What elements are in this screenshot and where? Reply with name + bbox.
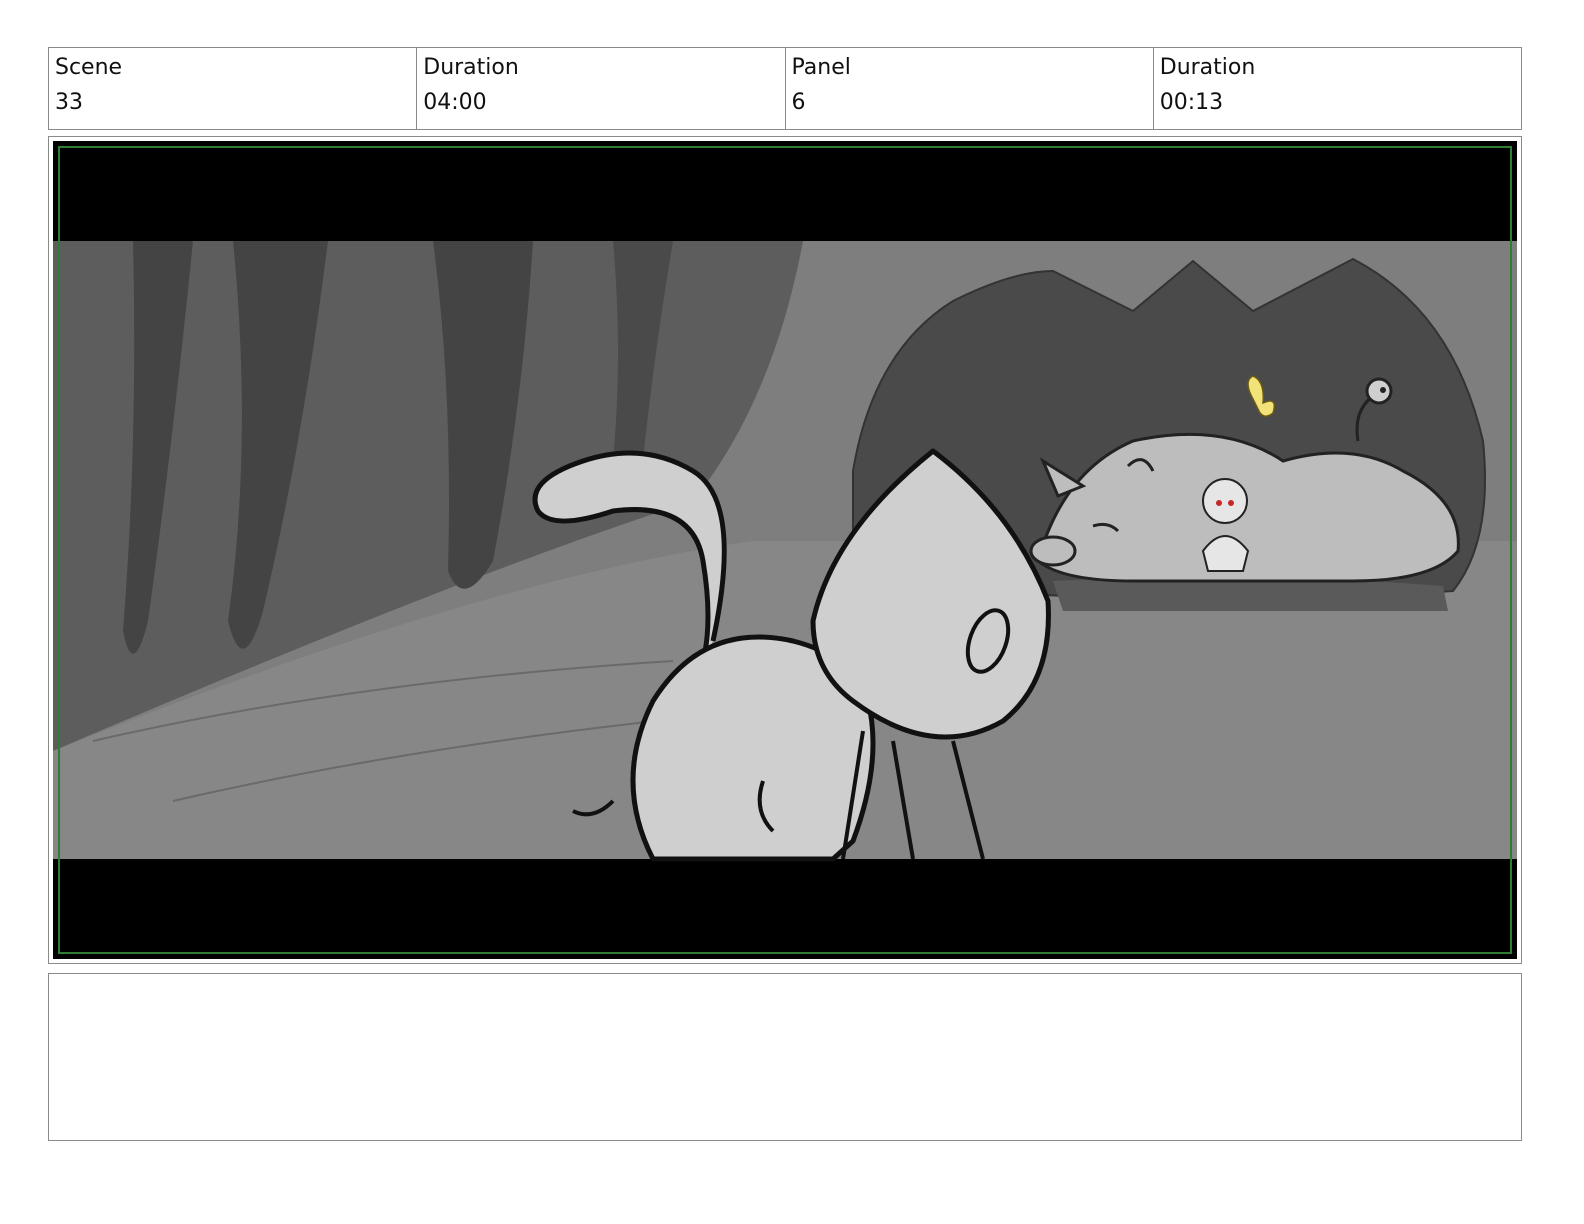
- bottom-letterbox-bar: [53, 859, 1517, 959]
- panel-label: Panel: [791, 55, 851, 80]
- storyboard-drawing: [53, 141, 1517, 959]
- scene-duration-cell: Duration 04:00: [417, 48, 786, 129]
- scene-value: 33: [55, 90, 83, 115]
- panel-cell: Panel 6: [786, 48, 1154, 129]
- scene-duration-label: Duration: [423, 55, 519, 80]
- storyboard-frame: [48, 136, 1522, 964]
- panel-info-table: Scene 33 Duration 04:00 Panel 6 Duration…: [48, 47, 1522, 130]
- panel-duration-cell: Duration 00:13: [1154, 48, 1521, 129]
- top-letterbox-bar: [53, 141, 1517, 241]
- panel-notes-box[interactable]: [48, 973, 1522, 1141]
- storyboard-sketch: [53, 141, 1517, 959]
- panel-duration-label: Duration: [1159, 55, 1256, 80]
- scene-label: Scene: [55, 55, 123, 80]
- panel-duration-value: 00:13: [1159, 90, 1224, 115]
- panel-value: 6: [791, 90, 806, 115]
- scene-cell: Scene 33: [49, 48, 418, 129]
- scene-duration-value: 04:00: [423, 90, 487, 115]
